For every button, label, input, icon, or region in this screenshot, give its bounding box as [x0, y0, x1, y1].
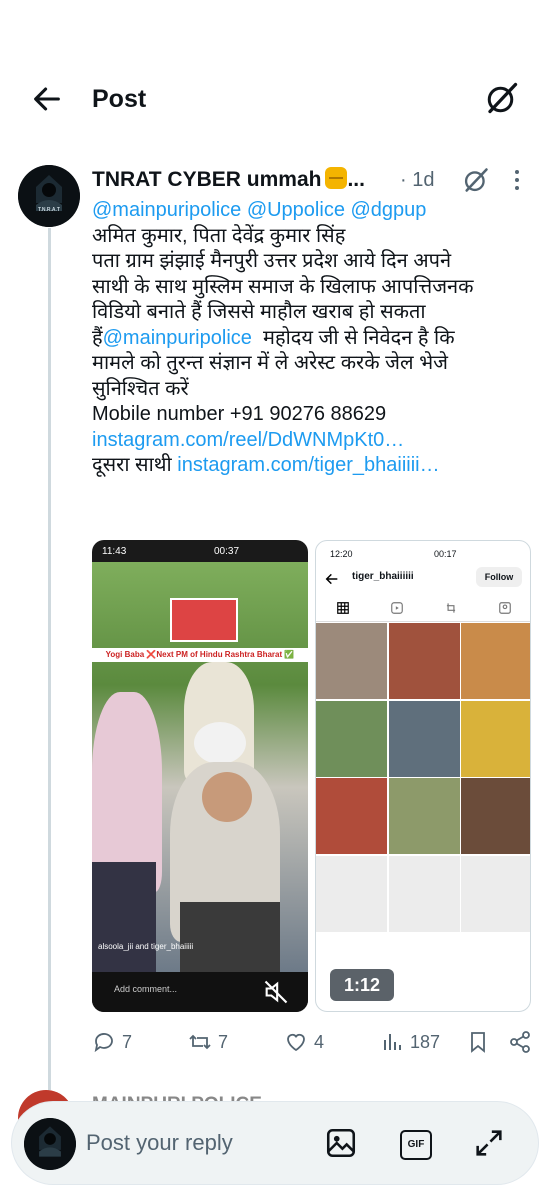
- post-line-text: महोदय जी से निवेदन है कि: [251, 326, 455, 349]
- post-line: मामले को तुरन्त संज्ञान में ले अरेस्ट कर…: [92, 352, 449, 374]
- reply-icon: [94, 1033, 113, 1053]
- gif-icon: GIF: [400, 1130, 432, 1160]
- reels-icon: [391, 602, 403, 614]
- comment-bar: Add comment...: [92, 972, 308, 1012]
- phone-status-bar: 12:20 00:17: [316, 541, 530, 565]
- grid-thumbnail: [388, 623, 460, 699]
- reply-count: 7: [122, 1031, 133, 1052]
- reel-frame: Yogi Baba ❌Next PM of Hindu Rashtra Bhar…: [92, 562, 308, 972]
- status-time: 11:43: [102, 546, 127, 557]
- grid-thumbnail: [461, 700, 530, 777]
- grok-icon[interactable]: [462, 166, 490, 194]
- grid-thumbnail: [316, 855, 387, 932]
- share-icon[interactable]: [508, 1030, 532, 1054]
- page-title: Post: [92, 85, 147, 113]
- grid-thumbnail: [388, 778, 460, 854]
- repost-button[interactable]: 7: [188, 1024, 228, 1060]
- instagram-tabs: [316, 597, 530, 622]
- mentions-link[interactable]: @mainpuripolice @Uppolice @dgpup: [92, 198, 542, 224]
- views-icon: [384, 1034, 401, 1050]
- mute-icon[interactable]: [262, 978, 290, 1006]
- views-button[interactable]: 187: [380, 1024, 440, 1060]
- view-count: 187: [410, 1031, 441, 1052]
- grid-thumbnail: [388, 855, 460, 932]
- reply-composer[interactable]: Post your reply GIF: [12, 1102, 538, 1184]
- author-truncation: ...: [347, 168, 365, 191]
- phone-status-bar: 11:43 00:37: [92, 540, 308, 562]
- post-line: अमित कुमार, पिता देवेंद्र कुमार सिंह: [92, 224, 346, 247]
- grid-thumbnail: [388, 700, 460, 777]
- post-line-text: दूसरा साथी: [92, 454, 178, 476]
- reel-banner: Yogi Baba ❌Next PM of Hindu Rashtra Bhar…: [92, 648, 308, 662]
- top-bar: Post: [0, 60, 550, 136]
- instagram-grid: [316, 623, 530, 973]
- grok-icon[interactable]: [484, 80, 520, 116]
- reel-caption: alsoola_jii and tiger_bhaiiiii: [98, 942, 194, 951]
- post-time[interactable]: · 1d: [400, 166, 434, 194]
- reply-button[interactable]: 7: [92, 1024, 132, 1060]
- author-name-text: TNRAT CYBER ummah: [92, 168, 322, 191]
- media-image-2[interactable]: 12:20 00:17 tiger_bhaiiiiii Follow 1:12: [315, 540, 531, 1012]
- bookmark-icon[interactable]: [466, 1030, 490, 1054]
- instagram-header: tiger_bhaiiiiii Follow: [316, 565, 530, 595]
- more-options-icon[interactable]: [512, 168, 522, 192]
- comment-placeholder: Add comment...: [114, 984, 178, 994]
- repost-icon: [189, 1034, 211, 1050]
- like-button[interactable]: 4: [284, 1024, 324, 1060]
- grid-thumbnail: [316, 623, 387, 699]
- post-line: सुनिश्चित करें: [92, 377, 189, 400]
- back-arrow-icon[interactable]: [30, 82, 64, 116]
- mention-link[interactable]: @mainpuripolice: [103, 327, 252, 349]
- status-time-2: 00:17: [434, 549, 457, 559]
- status-time: 12:20: [330, 549, 353, 559]
- face-figure: [202, 772, 252, 822]
- banner-photo: [170, 598, 238, 642]
- instagram-profile-link[interactable]: instagram.com/tiger_bhaiiiii…: [177, 454, 439, 476]
- expand-icon[interactable]: [472, 1126, 506, 1160]
- author-name[interactable]: TNRAT CYBER ummah...: [92, 166, 365, 194]
- thread-line: [48, 228, 51, 1090]
- post-line-text: हैं: [92, 326, 103, 349]
- like-count: 4: [314, 1031, 325, 1052]
- grid-thumbnail: [461, 855, 530, 932]
- post-line: हैं@mainpuripolice महोदय जी से निवेदन है…: [92, 326, 542, 352]
- heart-icon: [287, 1033, 305, 1052]
- status-time-2: 00:37: [214, 546, 240, 557]
- post-line: Mobile number +91 90276 88629: [92, 403, 387, 425]
- avatar-text: T.N.R.A.T: [38, 207, 60, 213]
- post-actions: 7 7 4 187: [92, 1024, 540, 1060]
- dark-clothes-figure: [180, 902, 280, 972]
- jeans-figure: [92, 862, 156, 972]
- post-line: साथी के साथ मुस्लिम समाज के खिलाफ आपत्ति…: [92, 275, 474, 298]
- post-text: @mainpuripolice @Uppolice @dgpup अमित कु…: [92, 198, 542, 479]
- image-icon[interactable]: [324, 1126, 358, 1160]
- avatar[interactable]: T.N.R.A.T: [18, 165, 80, 227]
- repost-count: 7: [218, 1031, 229, 1052]
- instagram-username: tiger_bhaiiiiii: [352, 571, 414, 582]
- grid-thumbnail: [461, 623, 530, 699]
- media-image-1[interactable]: 11:43 00:37 Yogi Baba ❌Next PM of Hindu …: [92, 540, 308, 1012]
- repost-icon: [446, 603, 456, 613]
- video-duration-badge: 1:12: [330, 969, 394, 1001]
- back-arrow-icon: [325, 573, 338, 585]
- grid-thumbnail: [461, 778, 530, 854]
- reply-input[interactable]: Post your reply: [86, 1130, 233, 1156]
- gif-button[interactable]: GIF: [398, 1126, 432, 1160]
- hacker-silhouette-icon: [18, 165, 80, 227]
- instagram-reel-link[interactable]: instagram.com/reel/DdWNMpKt0…: [92, 428, 542, 454]
- avatar: [24, 1118, 76, 1170]
- grid-thumbnail: [316, 700, 387, 777]
- tagged-icon: [499, 602, 511, 614]
- follow-button: Follow: [476, 567, 522, 587]
- grid-icon: [337, 602, 349, 614]
- grid-thumbnail: [316, 778, 387, 854]
- hacker-silhouette-icon: [24, 1118, 76, 1170]
- post-line: दूसरा साथी instagram.com/tiger_bhaiiiii…: [92, 453, 542, 479]
- cap-figure: [194, 722, 246, 764]
- post-line: पता ग्राम झंझाई मैनपुरी उत्तर प्रदेश आये…: [92, 250, 452, 272]
- post-line: विडियो बनाते हैं जिससे माहौल खराब हो सकत…: [92, 301, 426, 323]
- raised-fist-emoji-icon: [325, 167, 348, 189]
